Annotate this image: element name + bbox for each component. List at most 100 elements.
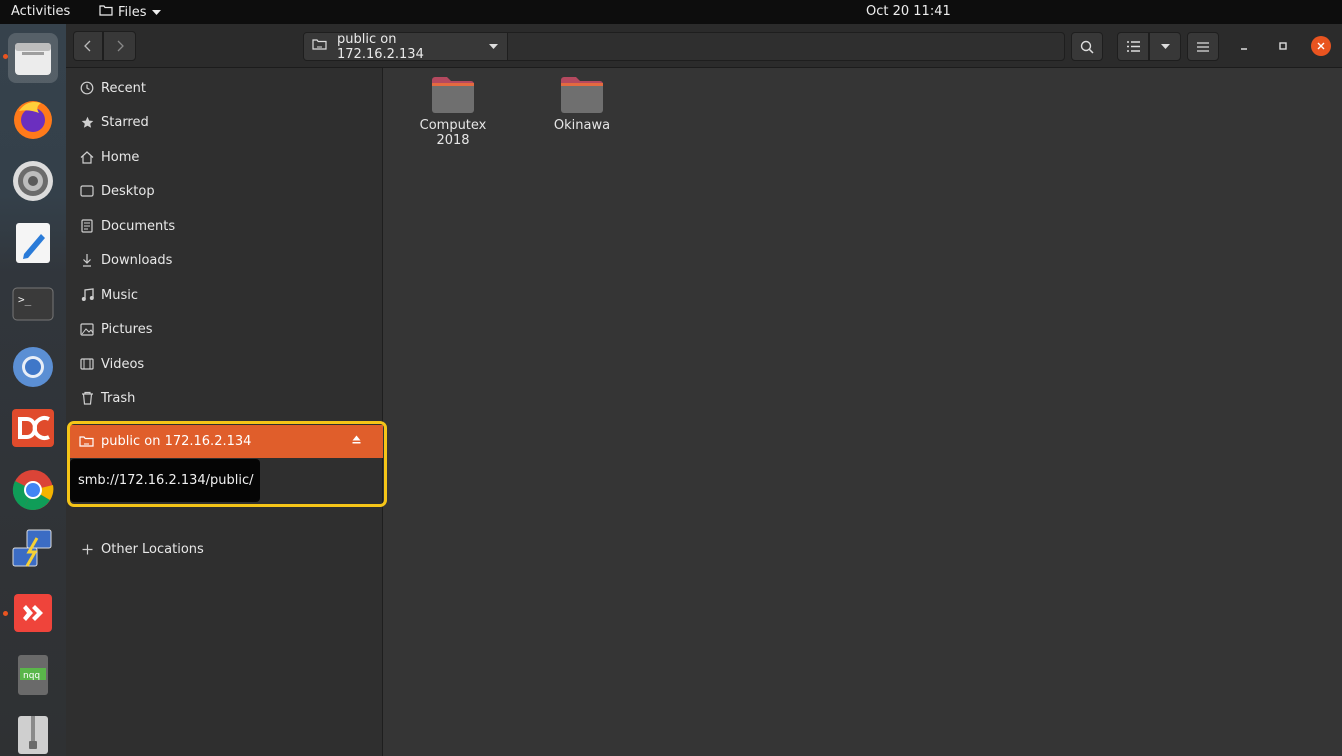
chevron-right-icon	[117, 40, 124, 52]
activities-button[interactable]: Activities	[11, 4, 70, 19]
network-folder-icon	[312, 38, 327, 55]
view-options-button[interactable]	[1149, 32, 1181, 61]
menu-button[interactable]	[1187, 32, 1219, 61]
video-icon	[79, 356, 95, 372]
folder-name-line2: 2018	[436, 133, 470, 148]
desktop-icon	[79, 183, 95, 199]
document-icon	[79, 218, 95, 234]
firefox-icon	[14, 101, 52, 139]
dock-doublecmd[interactable]	[10, 405, 56, 451]
download-icon	[79, 252, 95, 268]
app-menu[interactable]: Files	[99, 4, 161, 20]
folder-item[interactable]: Computex 2018	[403, 76, 503, 148]
folder-icon	[561, 77, 603, 113]
sidebar-item-label: Videos	[101, 356, 145, 372]
search-button[interactable]	[1071, 32, 1103, 61]
folder-icon	[432, 77, 474, 113]
path-segment-location[interactable]: public on 172.16.2.134	[304, 31, 508, 62]
dock-network-connect[interactable]	[10, 527, 56, 573]
dock-files[interactable]	[8, 33, 58, 83]
text-editor-icon	[16, 223, 50, 263]
sidebar-item-label: Other Locations	[101, 541, 204, 557]
dock-settings[interactable]	[10, 158, 56, 204]
settings-icon	[13, 161, 53, 201]
sidebar-item-music[interactable]: Music	[66, 278, 383, 312]
header-bar: public on 172.16.2.134	[66, 24, 1342, 68]
sidebar-item-label: Music	[101, 287, 138, 303]
sidebar: Recent Starred Home Desktop Documents Do…	[66, 68, 383, 756]
path-bar[interactable]: public on 172.16.2.134	[303, 31, 1065, 62]
folder-item[interactable]: Okinawa	[532, 76, 632, 133]
sidebar-item-starred[interactable]: Starred	[66, 105, 383, 139]
forward-button[interactable]	[103, 31, 136, 61]
hamburger-icon	[1197, 41, 1209, 52]
picture-icon	[79, 321, 95, 337]
home-icon	[79, 149, 95, 165]
sidebar-item-desktop[interactable]: Desktop	[66, 174, 383, 208]
notepadqq-icon: nqq	[18, 655, 48, 695]
dock-text-editor[interactable]	[10, 220, 56, 266]
caret-down-icon	[151, 5, 161, 20]
running-indicator	[3, 611, 8, 616]
archive-manager-icon	[18, 716, 48, 754]
chevron-left-icon	[84, 40, 91, 52]
sidebar-item-label: Desktop	[101, 183, 155, 199]
svg-text:>_: >_	[18, 293, 32, 306]
sidebar-item-videos[interactable]: Videos	[66, 347, 383, 381]
caret-down-icon	[1160, 43, 1170, 49]
sidebar-item-label: Trash	[101, 390, 136, 406]
dock-firefox[interactable]	[10, 96, 56, 142]
dock-notepadqq[interactable]: nqq	[10, 652, 56, 698]
path-location-label: public on 172.16.2.134	[337, 31, 424, 62]
caret-down-icon	[489, 39, 498, 54]
music-icon	[79, 287, 95, 303]
plus-icon	[79, 541, 95, 557]
sidebar-item-label: Documents	[101, 218, 176, 234]
sidebar-item-label: Starred	[101, 114, 149, 130]
sidebar-item-pictures[interactable]: Pictures	[66, 312, 383, 346]
file-view: Computex 2018 Okinawa	[384, 68, 1342, 756]
sidebar-item-trash[interactable]: Trash	[66, 381, 383, 415]
close-icon	[1317, 42, 1325, 50]
files-window: public on 172.16.2.134 Recent Starred Ho…	[66, 24, 1342, 756]
chrome-icon	[12, 470, 54, 510]
sidebar-item-label: Recent	[101, 80, 146, 96]
clock-icon	[79, 80, 95, 96]
dock: >_ nqq	[0, 24, 66, 756]
app-menu-label: Files	[118, 4, 147, 20]
top-bar: Activities Files Oct 20 11:41	[0, 0, 1342, 24]
close-button[interactable]	[1311, 36, 1331, 56]
clock[interactable]: Oct 20 11:41	[866, 4, 951, 19]
view-list-button[interactable]	[1117, 32, 1149, 61]
maximize-button[interactable]	[1274, 37, 1292, 55]
minimize-button[interactable]	[1235, 37, 1253, 55]
network-connect-icon	[12, 529, 52, 567]
search-icon	[1080, 40, 1094, 54]
highlight-box	[67, 421, 387, 507]
dock-terminal[interactable]: >_	[10, 281, 56, 327]
sidebar-item-downloads[interactable]: Downloads	[66, 243, 383, 277]
back-button[interactable]	[73, 31, 103, 61]
dock-chromium[interactable]	[10, 344, 56, 390]
folder-name: Computex	[419, 118, 487, 133]
maximize-icon	[1279, 42, 1287, 50]
sidebar-item-other-locations[interactable]: Other Locations	[66, 532, 383, 566]
terminal-icon: >_	[12, 287, 54, 321]
doublecmd-icon	[12, 409, 54, 447]
sidebar-item-home[interactable]: Home	[66, 140, 383, 174]
sidebar-item-recent[interactable]: Recent	[66, 71, 383, 105]
minimize-icon	[1241, 48, 1247, 50]
dock-archive-manager[interactable]	[10, 712, 56, 756]
sidebar-item-label: Downloads	[101, 252, 173, 268]
anydesk-icon	[14, 594, 52, 632]
list-view-icon	[1126, 41, 1140, 52]
files-icon	[15, 43, 51, 75]
sidebar-item-documents[interactable]: Documents	[66, 209, 383, 243]
star-icon	[79, 114, 95, 130]
folder-icon	[99, 4, 113, 20]
sidebar-item-label: Home	[101, 149, 140, 165]
chromium-icon	[13, 347, 53, 387]
dock-chrome[interactable]	[10, 467, 56, 513]
dock-anydesk[interactable]	[10, 590, 56, 636]
folder-name: Okinawa	[553, 118, 611, 133]
